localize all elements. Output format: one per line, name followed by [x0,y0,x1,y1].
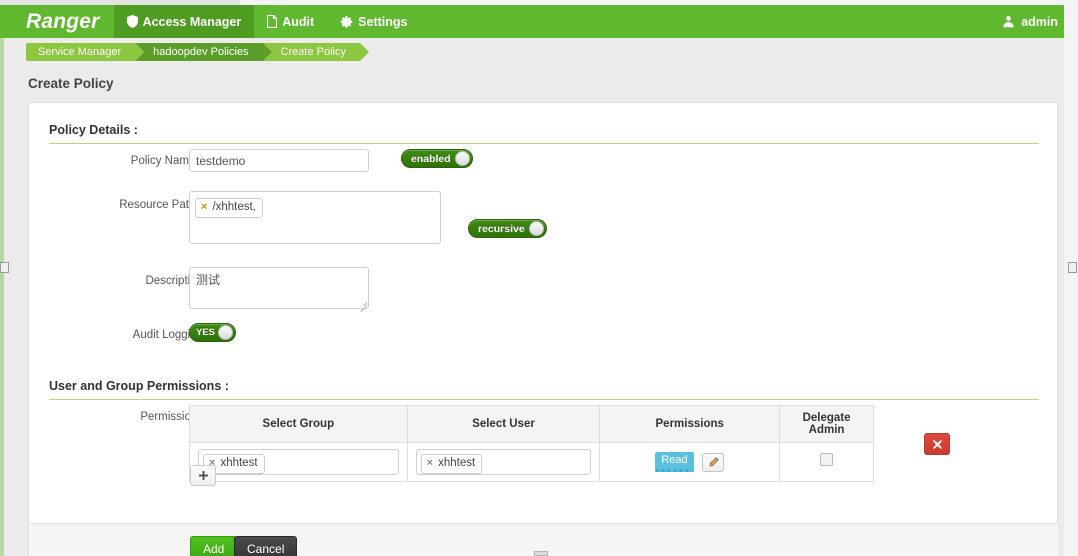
page-title: Create Policy [28,76,114,91]
description-textarea[interactable] [189,267,369,309]
breadcrumb-item-hadoopdev-policies[interactable]: hadoopdev Policies [135,43,272,61]
resource-path-token[interactable]: × /xhhtest, [195,198,263,218]
breadcrumb-item-create-policy-label: Create Policy [280,46,346,58]
audit-logging-toggle[interactable]: YES [189,323,237,342]
pencil-icon [709,456,719,466]
right-panel-resize-handle[interactable] [1068,262,1077,273]
delete-permission-row-button[interactable] [924,433,950,455]
policy-name-input[interactable] [189,149,369,172]
cancel-button[interactable]: Cancel [234,536,298,556]
shield-icon [126,15,138,28]
left-panel-resize-handle[interactable] [0,262,9,273]
select-user-input[interactable]: × xhhtest [415,449,592,475]
add-button[interactable]: Add [190,536,238,556]
nav-item-settings[interactable]: Settings [327,5,420,38]
user-icon [1002,15,1015,28]
column-permissions: Permissions [599,405,781,443]
remove-token-icon[interactable]: × [201,202,207,213]
audit-logging-toggle-knob [218,325,234,340]
description-wrapper [189,267,369,313]
permissions-section-divider [49,399,1039,400]
user-token-label: xhhtest [438,457,476,469]
breadcrumb-bar: Service Manager hadoopdev Policies Creat… [0,38,1078,66]
nav-item-settings-label: Settings [358,14,408,29]
policy-details-section-title: Policy Details : [49,123,138,137]
resource-path-token-label: /xhhtest, [212,201,256,213]
right-gutter [1064,5,1078,556]
user-menu-label: admin [1021,14,1058,29]
column-select-group: Select Group [189,405,408,443]
nav-item-access-manager[interactable]: Access Manager [113,5,255,38]
enabled-toggle-label: enabled [411,152,451,165]
delegate-admin-checkbox[interactable] [820,453,834,466]
plus-icon [198,471,208,480]
policy-name-label: Policy Name * [130,155,203,167]
audit-logging-toggle-label: YES [196,327,216,338]
nav-item-audit-label: Audit [282,14,315,29]
enabled-toggle[interactable]: enabled [401,149,473,168]
add-permission-row-button[interactable] [190,465,216,486]
table-header-row: Select Group Select User Permissions Del… [189,405,874,443]
enabled-toggle-knob [454,151,470,166]
nav-item-access-manager-label: Access Manager [142,14,242,29]
remove-token-icon[interactable]: × [427,458,433,469]
file-icon [267,15,278,28]
edit-permissions-button[interactable] [702,452,725,472]
nav-item-audit[interactable]: Audit [254,5,327,38]
close-icon [932,439,942,449]
app-logo[interactable]: Ranger [0,5,114,38]
permissions-row-label: Permissions [140,411,203,423]
create-policy-card: Policy Details : Policy Name * enabled R… [28,102,1058,556]
bottom-panel-resize-handle[interactable] [534,551,548,556]
breadcrumb: Service Manager hadoopdev Policies Creat… [26,43,370,61]
gear-icon [340,15,353,28]
recursive-toggle-knob [528,221,544,236]
group-token-label: xhhtest [220,457,258,469]
cell-permissions: Read [599,442,781,482]
resource-path-label: Resource Path * [119,199,203,211]
app-root: Ranger Access Manager Audit Settings adm… [0,0,1078,556]
policy-details-divider [49,143,1039,144]
permissions-table: Select Group Select User Permissions Del… [189,405,874,482]
navbar-spacer [420,5,992,38]
left-edge-strip [0,38,4,556]
breadcrumb-item-service-manager[interactable]: Service Manager [26,43,145,61]
breadcrumb-item-service-manager-label: Service Manager [38,46,122,58]
table-row: × xhhtest × xhhtest Read [189,442,874,482]
recursive-toggle-label: recursive [478,222,525,235]
description-label: Description [145,275,203,287]
cell-select-group: × xhhtest [189,442,408,482]
breadcrumb-item-create-policy[interactable]: Create Policy [262,43,370,61]
user-token[interactable]: × xhhtest [420,454,483,474]
permission-badge-read[interactable]: Read [655,452,694,472]
cell-delegate-admin [779,442,874,482]
column-select-user: Select User [406,405,601,443]
permissions-table-head: Select Group Select User Permissions Del… [189,405,874,443]
permissions-section-title: User and Group Permissions : [49,379,229,393]
permissions-table-body: × xhhtest × xhhtest Read [189,442,874,482]
breadcrumb-item-hadoopdev-policies-label: hadoopdev Policies [153,46,249,58]
resource-path-input[interactable]: × /xhhtest, [189,191,441,244]
recursive-toggle[interactable]: recursive [468,219,547,238]
cell-select-user: × xhhtest [406,442,601,482]
select-group-input[interactable]: × xhhtest [198,449,399,475]
audit-logging-label: Audit Logging [132,329,203,341]
main-navbar: Ranger Access Manager Audit Settings adm… [0,5,1078,38]
column-delegate-admin: Delegate Admin [779,405,874,443]
